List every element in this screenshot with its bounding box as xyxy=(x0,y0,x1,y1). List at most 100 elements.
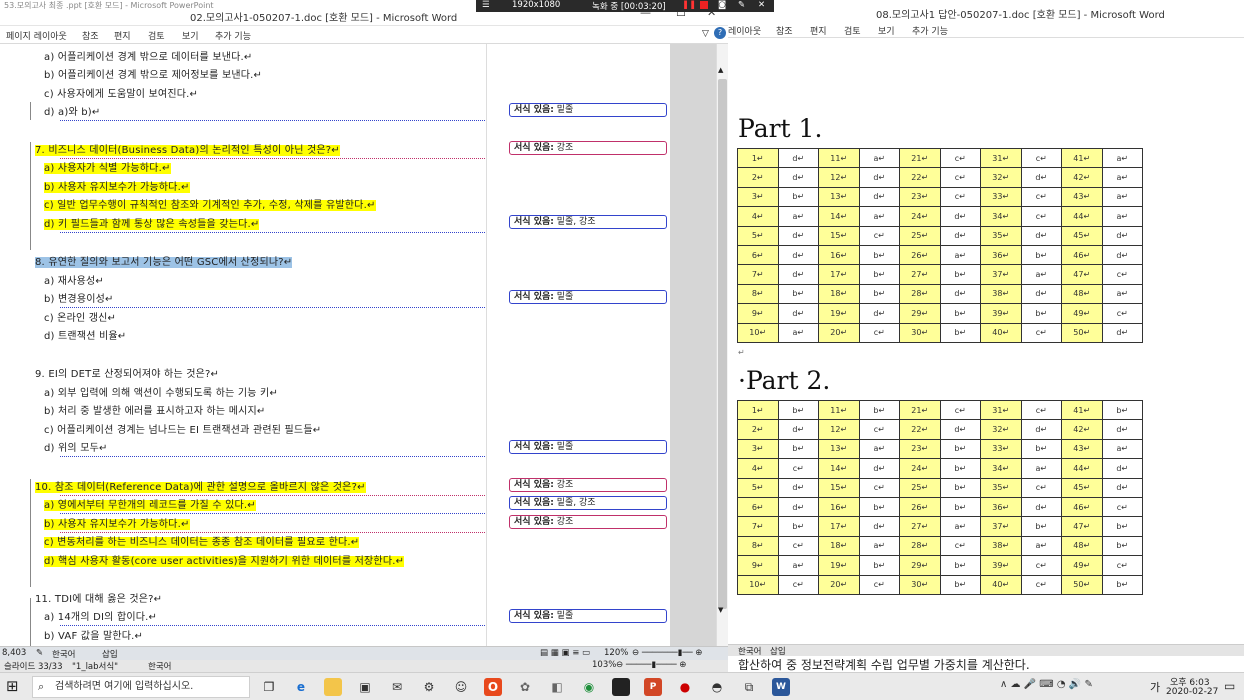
question-number-cell[interactable]: 6↵ xyxy=(737,244,779,266)
question-number-cell[interactable]: 13↵ xyxy=(818,186,860,208)
answer-cell[interactable]: d↵ xyxy=(1101,419,1143,440)
answer-cell[interactable]: d↵ xyxy=(777,225,819,246)
view-buttons-icon[interactable]: ▤ ▦ ▣ ≡ ▭ xyxy=(540,648,590,658)
question-number-cell[interactable]: 36↵ xyxy=(980,496,1022,518)
answer-cell[interactable]: c↵ xyxy=(939,147,981,169)
app-icon[interactable]: ◧ xyxy=(548,678,566,696)
answer-cell[interactable]: c↵ xyxy=(939,186,981,208)
question-number-cell[interactable]: 34↵ xyxy=(980,458,1022,479)
answer-cell[interactable]: b↵ xyxy=(777,516,819,537)
tab-mailings[interactable]: 편지 xyxy=(810,24,827,37)
answer-cell[interactable]: c↵ xyxy=(777,458,819,479)
answer-cell[interactable]: d↵ xyxy=(939,206,981,227)
answer-cell[interactable]: c↵ xyxy=(1101,555,1143,576)
question-number-cell[interactable]: 11↵ xyxy=(818,147,860,169)
record-app-icon[interactable]: ● xyxy=(676,678,694,696)
answer-cell[interactable]: b↵ xyxy=(777,438,819,460)
answer-cell[interactable]: d↵ xyxy=(1020,167,1062,188)
format-comment-balloon[interactable]: 서식 있음: 밑줄 xyxy=(509,609,667,623)
chrome-icon[interactable]: ◉ xyxy=(580,678,598,696)
question-number-cell[interactable]: 40↵ xyxy=(980,574,1022,595)
format-comment-balloon[interactable]: 서식 있음: 강조 xyxy=(509,141,667,155)
question-number-cell[interactable]: 25↵ xyxy=(899,225,941,246)
format-comment-balloon[interactable]: 서식 있음: 밑줄 xyxy=(509,290,667,304)
answer-cell[interactable]: d↵ xyxy=(777,496,819,518)
answer-cell[interactable]: b↵ xyxy=(939,264,981,285)
answer-cell[interactable]: b↵ xyxy=(939,458,981,479)
answer-cell[interactable]: d↵ xyxy=(858,458,900,479)
question-number-cell[interactable]: 50↵ xyxy=(1061,574,1103,595)
answer-cell[interactable]: b↵ xyxy=(777,283,819,305)
question-number-cell[interactable]: 9↵ xyxy=(737,303,779,324)
answer-cell[interactable]: a↵ xyxy=(1101,186,1143,208)
question-number-cell[interactable]: 23↵ xyxy=(899,186,941,208)
question-number-cell[interactable]: 38↵ xyxy=(980,283,1022,305)
answer-cell[interactable]: d↵ xyxy=(1020,225,1062,246)
question-number-cell[interactable]: 18↵ xyxy=(818,535,860,557)
question-number-cell[interactable]: 39↵ xyxy=(980,303,1022,324)
ppt-zoom-slider[interactable]: ⊖ ─────▮──── ⊕ xyxy=(616,660,686,670)
format-comment-balloon[interactable]: 서식 있음: 밑줄 xyxy=(509,440,667,454)
question-number-cell[interactable]: 23↵ xyxy=(899,438,941,460)
tab-references[interactable]: 참조 xyxy=(82,29,99,42)
answer-cell[interactable]: d↵ xyxy=(777,167,819,188)
question-number-cell[interactable]: 12↵ xyxy=(818,419,860,440)
question-number-cell[interactable]: 37↵ xyxy=(980,516,1022,537)
question-number-cell[interactable]: 47↵ xyxy=(1061,264,1103,285)
answer-cell[interactable]: b↵ xyxy=(777,186,819,208)
answer-cell[interactable]: c↵ xyxy=(777,574,819,595)
answer-cell[interactable]: c↵ xyxy=(1020,477,1062,498)
answer-cell[interactable]: d↵ xyxy=(777,264,819,285)
answer-cell[interactable]: b↵ xyxy=(939,555,981,576)
question-number-cell[interactable]: 36↵ xyxy=(980,244,1022,266)
answer-cell[interactable]: a↵ xyxy=(1020,458,1062,479)
question-number-cell[interactable]: 42↵ xyxy=(1061,419,1103,440)
answer-cell[interactable]: d↵ xyxy=(1020,496,1062,518)
question-number-cell[interactable]: 2↵ xyxy=(737,167,779,188)
left-document-page[interactable]: a) 어플리케이션 경계 밖으로 데이터를 보낸다.↵ b) 어플리케이션 경계… xyxy=(0,44,670,646)
question-number-cell[interactable]: 41↵ xyxy=(1061,399,1103,421)
answer-cell[interactable]: a↵ xyxy=(777,322,819,343)
task-view-icon[interactable]: ❐ xyxy=(260,678,278,696)
zoom-level[interactable]: 120% xyxy=(604,648,628,658)
question-number-cell[interactable]: 31↵ xyxy=(980,147,1022,169)
answer-cell[interactable]: a↵ xyxy=(1101,206,1143,227)
question-number-cell[interactable]: 45↵ xyxy=(1061,225,1103,246)
terminal-icon[interactable] xyxy=(612,678,630,696)
help-icon[interactable]: ? xyxy=(714,27,726,39)
question-number-cell[interactable]: 24↵ xyxy=(899,458,941,479)
tab-layout[interactable]: 레이아웃 xyxy=(728,24,761,37)
tab-add-ins[interactable]: 추가 기능 xyxy=(215,29,251,42)
format-comment-balloon[interactable]: 서식 있음: 강조 xyxy=(509,478,667,492)
powerpoint-icon[interactable]: P xyxy=(644,678,662,696)
question-number-cell[interactable]: 16↵ xyxy=(818,244,860,266)
question-number-cell[interactable]: 33↵ xyxy=(980,438,1022,460)
answer-cell[interactable]: d↵ xyxy=(1020,283,1062,305)
clock-date[interactable]: 2020-02-27 xyxy=(1166,687,1218,697)
question-number-cell[interactable]: 47↵ xyxy=(1061,516,1103,537)
question-number-cell[interactable]: 48↵ xyxy=(1061,535,1103,557)
answer-cell[interactable]: c↵ xyxy=(1020,206,1062,227)
answer-cell[interactable]: d↵ xyxy=(858,516,900,537)
answer-cell[interactable]: a↵ xyxy=(1101,438,1143,460)
question-number-cell[interactable]: 34↵ xyxy=(980,206,1022,227)
ppt-language[interactable]: 한국어 xyxy=(148,660,171,672)
answer-cell[interactable]: b↵ xyxy=(1101,399,1143,421)
question-number-cell[interactable]: 19↵ xyxy=(818,555,860,576)
answer-cell[interactable]: d↵ xyxy=(1101,322,1143,343)
question-number-cell[interactable]: 45↵ xyxy=(1061,477,1103,498)
question-number-cell[interactable]: 10↵ xyxy=(737,322,779,343)
answer-cell[interactable]: c↵ xyxy=(1020,399,1062,421)
question-number-cell[interactable]: 38↵ xyxy=(980,535,1022,557)
question-number-cell[interactable]: 26↵ xyxy=(899,244,941,266)
tray-icons[interactable]: ∧ ☁ 🎤 ⌨ ◔ 🔊 ✎ xyxy=(1000,679,1093,690)
question-number-cell[interactable]: 37↵ xyxy=(980,264,1022,285)
ribbon-collapse-icon[interactable]: ▽ xyxy=(702,29,709,39)
question-number-cell[interactable]: 26↵ xyxy=(899,496,941,518)
question-number-cell[interactable]: 21↵ xyxy=(899,399,941,421)
answer-cell[interactable]: d↵ xyxy=(939,419,981,440)
network-app-icon[interactable]: ⧉ xyxy=(740,678,758,696)
answer-cell[interactable]: a↵ xyxy=(1020,264,1062,285)
pen-icon[interactable]: ✎ xyxy=(738,0,745,10)
mail-icon[interactable]: ✉ xyxy=(388,678,406,696)
